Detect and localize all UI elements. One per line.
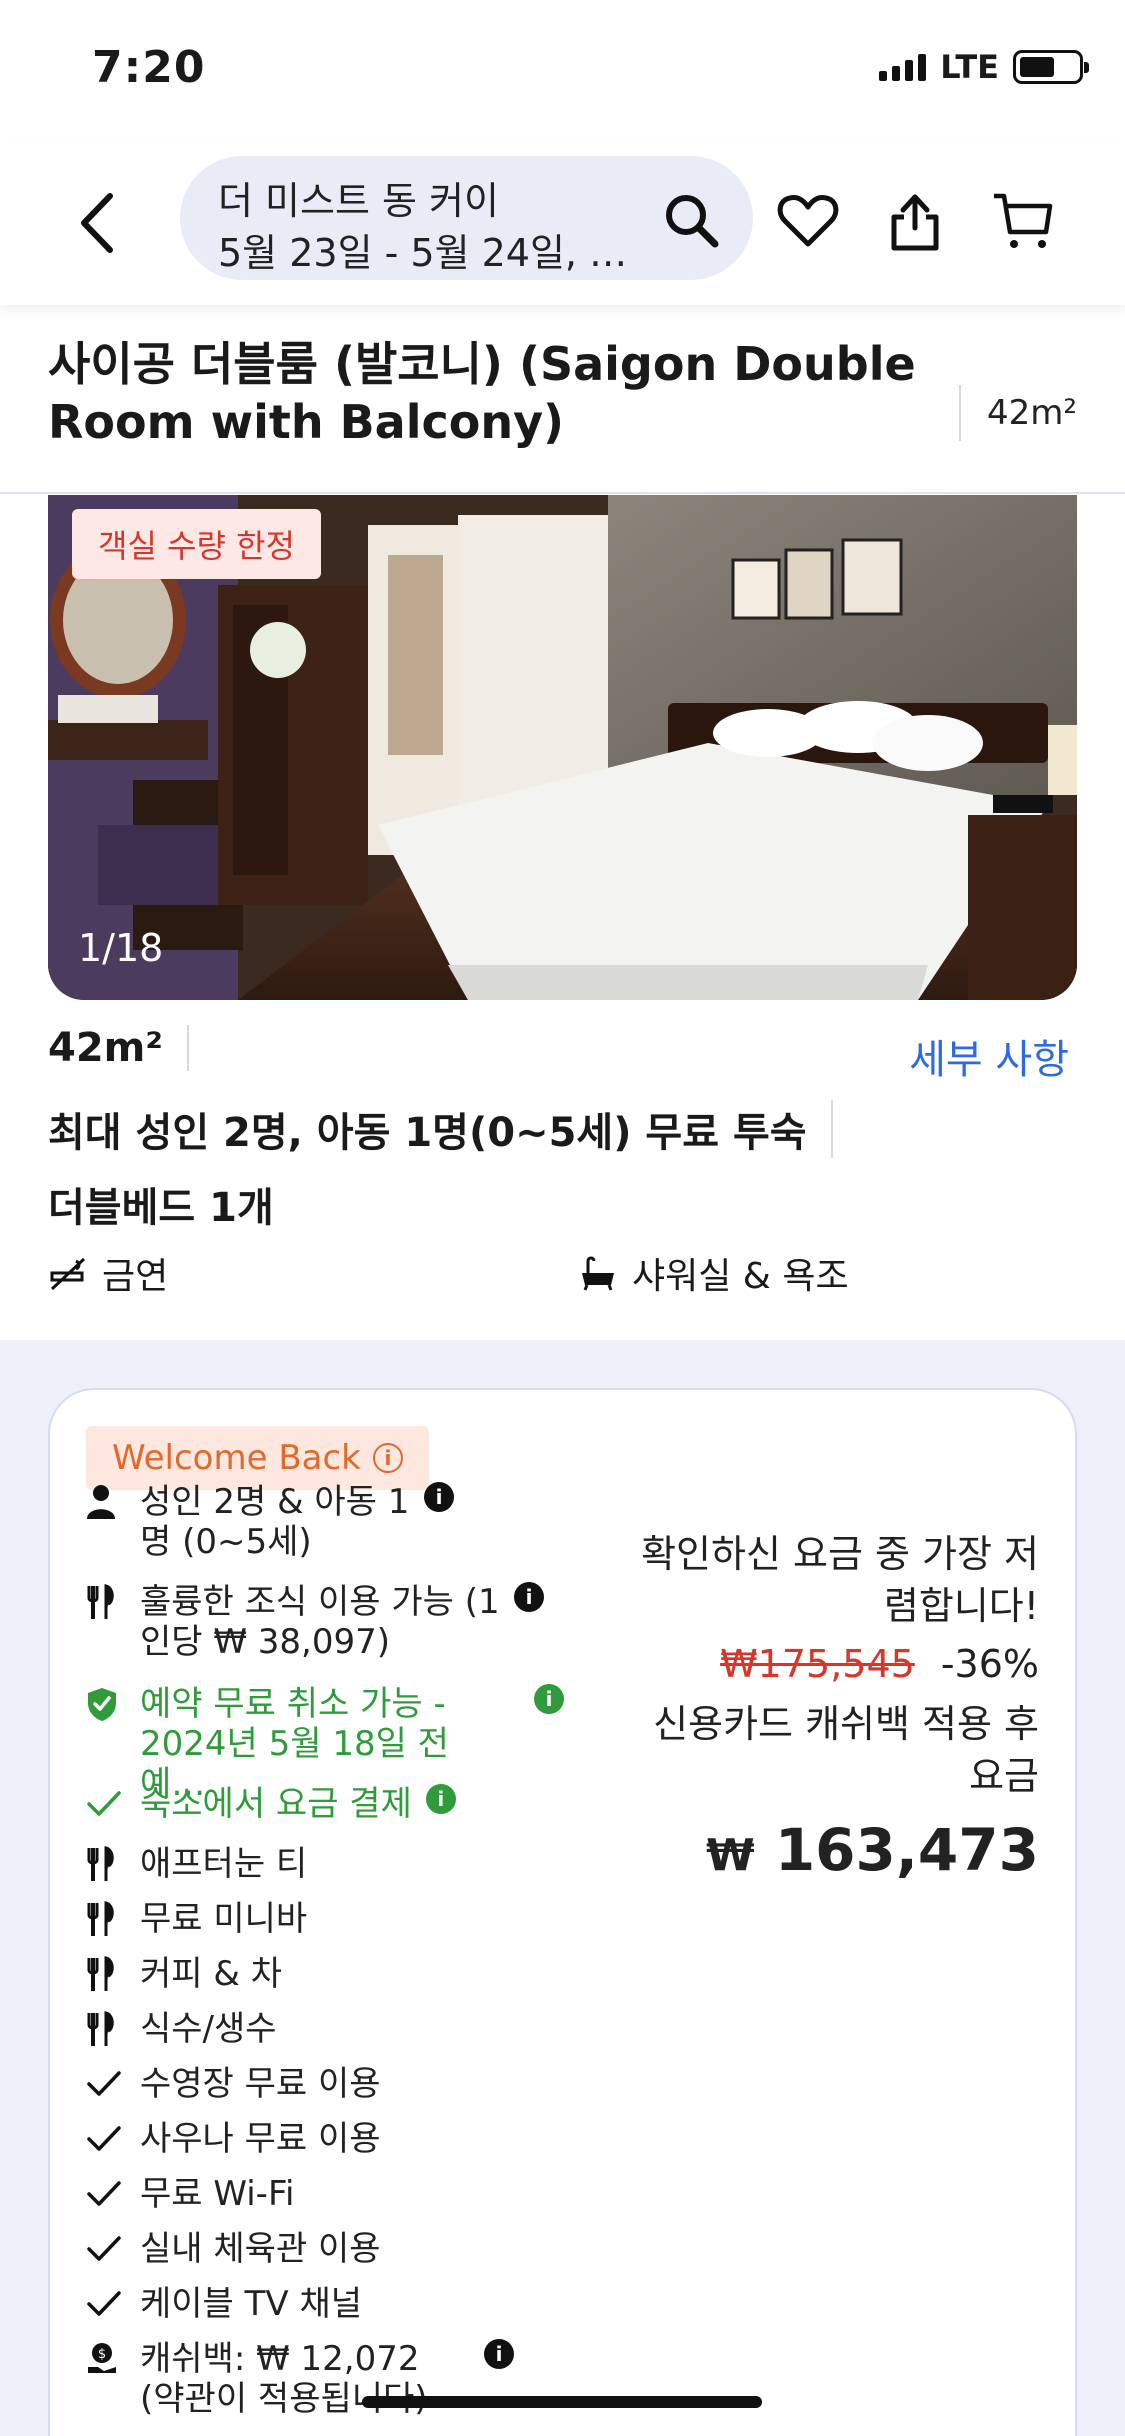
check-icon bbox=[86, 2229, 134, 2269]
utensils-icon bbox=[86, 1954, 134, 1994]
offer-feature-item: 무료 Wi-Fi bbox=[86, 2174, 294, 2214]
check-icon bbox=[86, 2174, 134, 2214]
room-occupancy: 최대 성인 2명, 아동 1명(0~5세) 무료 투숙 bbox=[48, 1100, 833, 1158]
check-icon bbox=[86, 2284, 134, 2324]
utensils-icon bbox=[86, 2009, 134, 2049]
svg-text:$: $ bbox=[98, 2347, 106, 2362]
info-icon[interactable]: i bbox=[534, 1684, 564, 1714]
cashback-icon: $ bbox=[86, 2339, 134, 2379]
limited-rooms-badge: 객실 수량 한정 bbox=[72, 509, 321, 579]
search-icon[interactable] bbox=[661, 190, 721, 250]
amenity-non-smoking: 금연 bbox=[48, 1247, 168, 1299]
price-compare: ₩175,545 -36% bbox=[619, 1642, 1039, 1686]
check-icon bbox=[86, 2119, 134, 2159]
offer-feature-label: 식수/생수 bbox=[140, 2009, 277, 2049]
network-label: LTE bbox=[940, 48, 999, 86]
offer-feature-label: 사우나 무료 이용 bbox=[140, 2119, 381, 2159]
offer-feature-label: 실내 체육관 이용 bbox=[140, 2229, 381, 2269]
offer-feature-label: 훌륭한 조식 이용 가능 (1인당 ₩ 38,097) bbox=[140, 1582, 500, 1662]
original-price: ₩175,545 bbox=[720, 1642, 915, 1686]
details-link[interactable]: 세부 사항 bbox=[909, 1027, 1069, 1085]
offer-feature-label: 성인 2명 & 아동 1명 (0~5세) bbox=[140, 1482, 410, 1562]
offer-feature-label: 수영장 무료 이용 bbox=[140, 2064, 381, 2104]
battery-icon bbox=[1013, 50, 1089, 84]
shield-check-icon bbox=[86, 1684, 134, 1724]
back-icon[interactable] bbox=[70, 188, 130, 258]
room-photo[interactable]: 객실 수량 한정 1/18 bbox=[48, 495, 1077, 1000]
amenity-non-smoking-label: 금연 bbox=[102, 1256, 169, 1297]
room-bed: 더블베드 1개 bbox=[48, 1185, 274, 1231]
offer-feature-item: 케이블 TV 채널 bbox=[86, 2284, 362, 2324]
final-price-value: 163,473 bbox=[774, 1816, 1039, 1884]
cashback-note: 신용카드 캐쉬백 적용 후 요금 bbox=[653, 1702, 1039, 1798]
check-icon bbox=[86, 1784, 134, 1824]
offer-feature-label: 숙소에서 요금 결제 bbox=[140, 1784, 412, 1824]
signal-icon bbox=[879, 53, 927, 81]
offer-feature-item: 식수/생수 bbox=[86, 2009, 277, 2049]
offer-feature-item: 애프터눈 티 bbox=[86, 1844, 307, 1884]
room-size-header: 42m² bbox=[958, 385, 1077, 441]
info-icon[interactable]: i bbox=[484, 2339, 514, 2369]
discount-percent: -36% bbox=[940, 1642, 1039, 1686]
offer-feature-item: 무료 미니바 bbox=[86, 1899, 307, 1939]
offer-feature-label: 애프터눈 티 bbox=[140, 1844, 308, 1884]
person-icon bbox=[86, 1482, 134, 1522]
offer-feature-label: 무료 미니바 bbox=[140, 1899, 308, 1939]
offer-feature-item: 수영장 무료 이용 bbox=[86, 2064, 381, 2104]
utensils-icon bbox=[86, 1582, 134, 1622]
offer-feature-item: 커피 & 차 bbox=[86, 1954, 282, 1994]
utensils-icon bbox=[86, 1844, 134, 1884]
amenity-bath-label: 샤워실 & 욕조 bbox=[632, 1256, 849, 1297]
divider bbox=[0, 492, 1125, 494]
share-icon[interactable] bbox=[882, 188, 948, 254]
offer-feature-item[interactable]: 성인 2명 & 아동 1명 (0~5세) i bbox=[86, 1482, 454, 1562]
offer-feature-label: 케이블 TV 채널 bbox=[140, 2284, 363, 2324]
offer-feature-label: 무료 Wi-Fi bbox=[140, 2174, 295, 2214]
status-indicators: LTE bbox=[879, 48, 1089, 86]
search-summary[interactable]: 더 미스트 동 커이 5월 23일 - 5월 24일, 1박, 1객실 bbox=[180, 156, 753, 280]
offer-card[interactable]: Welcome Back i 성인 2명 & 아동 1명 (0~5세) i 훌륭한 … bbox=[48, 1388, 1077, 2436]
offer-feature-label: 커피 & 차 bbox=[140, 1954, 282, 1994]
welcome-back-badge[interactable]: Welcome Back i bbox=[86, 1426, 429, 1490]
utensils-icon bbox=[86, 1899, 134, 1939]
offer-feature-item: 사우나 무료 이용 bbox=[86, 2119, 381, 2159]
price-block: 확인하신 요금 중 가장 저렴합니다! ₩175,545 -36% 신용카드 캐… bbox=[619, 1528, 1039, 1884]
offer-feature-item[interactable]: 훌륭한 조식 이용 가능 (1인당 ₩ 38,097) i bbox=[86, 1582, 544, 1662]
status-time: 7:20 bbox=[92, 42, 206, 93]
room-size: 42m² bbox=[48, 1025, 189, 1071]
heart-icon[interactable] bbox=[775, 188, 841, 254]
offer-feature-item: 실내 체육관 이용 bbox=[86, 2229, 381, 2269]
cart-icon[interactable] bbox=[990, 188, 1056, 254]
home-indicator bbox=[362, 2396, 762, 2408]
room-title: 사이공 더블룸 (발코니) (Saigon Double Room with B… bbox=[48, 337, 916, 449]
amenity-bath: 샤워실 & 욕조 bbox=[578, 1247, 849, 1299]
lowest-price-note: 확인하신 요금 중 가장 저렴합니다! bbox=[641, 1532, 1039, 1628]
info-icon[interactable]: i bbox=[425, 1784, 456, 1814]
welcome-back-label: Welcome Back bbox=[112, 1438, 361, 1478]
info-icon[interactable]: i bbox=[514, 1582, 544, 1612]
photo-counter: 1/18 bbox=[78, 926, 164, 970]
bathtub-icon bbox=[582, 1256, 614, 1291]
offer-feature-item[interactable]: 숙소에서 요금 결제 i bbox=[86, 1784, 456, 1824]
search-dates: 5월 23일 - 5월 24일, 1박, 1객실 bbox=[218, 231, 638, 275]
room-header: 사이공 더블룸 (발코니) (Saigon Double Room with B… bbox=[48, 335, 1077, 485]
info-icon[interactable]: i bbox=[424, 1482, 454, 1512]
top-nav: 더 미스트 동 커이 5월 23일 - 5월 24일, 1박, 1객실 bbox=[0, 140, 1125, 305]
check-icon bbox=[86, 2064, 134, 2104]
final-price: ₩ 163,473 bbox=[619, 1816, 1039, 1884]
search-hotel-name: 더 미스트 동 커이 bbox=[218, 179, 499, 223]
status-bar: 7:20 LTE bbox=[0, 0, 1125, 140]
no-smoking-icon bbox=[50, 1257, 86, 1291]
info-outline-icon[interactable]: i bbox=[372, 1443, 403, 1473]
final-price-currency: ₩ bbox=[706, 1830, 755, 1881]
